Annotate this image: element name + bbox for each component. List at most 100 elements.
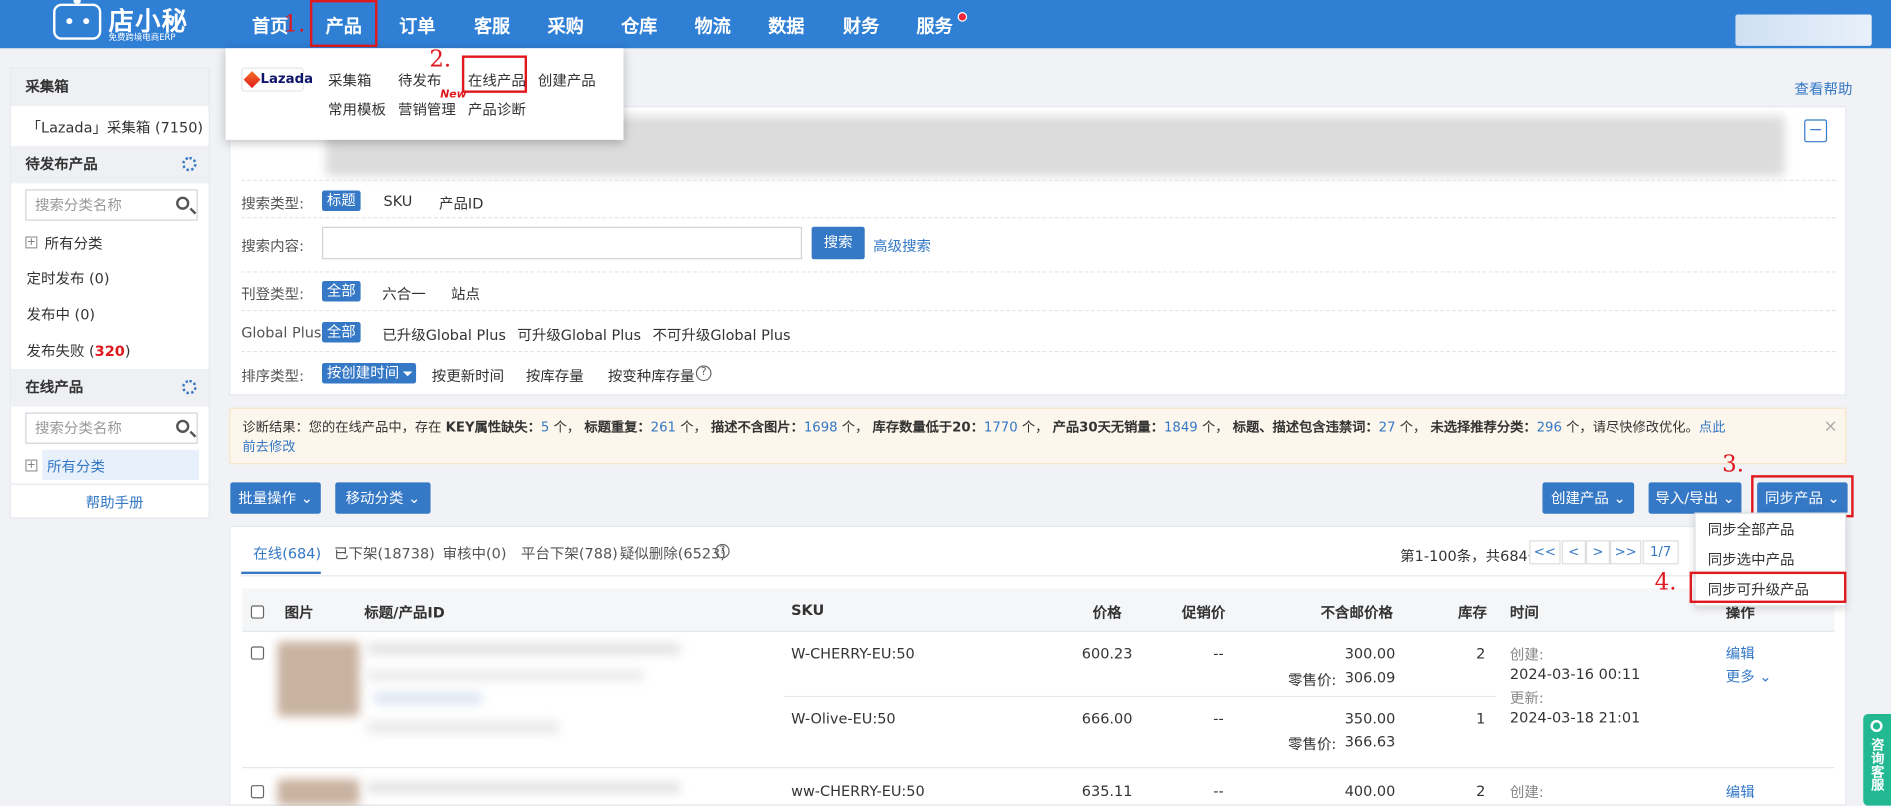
sidebar-pending-title: 待发布产品 (10, 145, 209, 184)
collapse-panel-icon[interactable] (1804, 119, 1828, 143)
select-all-checkbox[interactable] (250, 605, 265, 619)
sort-by-created[interactable]: 按创建时间 (322, 363, 417, 384)
import-export-button[interactable]: 导入/导出 ⌄ (1648, 482, 1742, 514)
menu-online-product[interactable]: 在线产品 (468, 70, 526, 91)
advanced-search-link[interactable]: 高级搜索 (873, 235, 931, 256)
sync-all-products[interactable]: 同步全部产品 (1708, 519, 1795, 540)
nav-warehouse[interactable]: 仓库 (617, 0, 660, 48)
sidebar-item-lazada-collect[interactable]: 「Lazada」采集箱 (7150) (27, 117, 204, 138)
search-icon[interactable] (176, 419, 190, 433)
tab-suspected-deleted[interactable]: 疑似删除(6523) (620, 543, 726, 564)
chevron-down-icon: ⌄ (408, 489, 421, 507)
global-plus-not-upgradable[interactable]: 不可升级Global Plus (652, 324, 790, 345)
sort-by-stock[interactable]: 按库存量 (526, 365, 584, 386)
search-type-title[interactable]: 标题 (322, 190, 361, 212)
edit-link[interactable]: 编辑 (1726, 643, 1755, 664)
tab-online[interactable]: 在线(684) (253, 543, 321, 564)
lazada-logo[interactable]: Lazada (241, 67, 313, 92)
divider (241, 217, 1836, 219)
page-indicator[interactable]: 1/7 (1642, 540, 1679, 565)
notice-low-stock: 库存数量低于20： (872, 419, 984, 436)
last-page-button[interactable]: >> (1610, 540, 1642, 565)
nav-purchase[interactable]: 采购 (544, 0, 587, 48)
pending-category-search-input[interactable]: 搜索分类名称 (25, 189, 198, 221)
tab-reviewing[interactable]: 审核中(0) (443, 543, 507, 564)
variant-divider (783, 695, 1496, 698)
search-type-product-id[interactable]: 产品ID (439, 193, 483, 214)
sidebar-item-all-categories[interactable]: 所有分类 (45, 233, 103, 254)
listing-type-six-in-one[interactable]: 六合一 (382, 283, 425, 304)
listing-type-site[interactable]: 站点 (451, 283, 480, 304)
nav-product[interactable]: 产品 (309, 0, 378, 48)
row-checkbox[interactable] (250, 785, 265, 799)
robot-logo-icon[interactable] (53, 0, 102, 40)
edit-link[interactable]: 编辑 (1726, 781, 1755, 802)
sync-product-button[interactable]: 同步产品 ⌄ (1757, 482, 1848, 514)
help-question-icon[interactable]: ? (715, 543, 730, 559)
table-header (242, 588, 1835, 632)
search-content-input[interactable] (322, 226, 802, 260)
sidebar-divider (10, 483, 209, 485)
tab-platform-delisted[interactable]: 平台下架(788) (521, 543, 618, 564)
blurred-title (366, 781, 681, 794)
help-link[interactable]: 查看帮助 (1795, 78, 1853, 99)
next-page-button[interactable]: > (1585, 540, 1611, 565)
listing-type-all[interactable]: 全部 (322, 280, 361, 302)
global-plus-all[interactable]: 全部 (322, 322, 361, 343)
menu-collect-box[interactable]: 采集箱 (328, 70, 371, 91)
row-checkbox[interactable] (250, 646, 265, 660)
menu-diagnosis[interactable]: 产品诊断 (468, 99, 526, 120)
more-link[interactable]: 更多 ⌄ (1726, 666, 1772, 687)
nav-orders[interactable]: 订单 (396, 0, 439, 48)
sort-by-variant-stock[interactable]: 按变种库存量 (608, 365, 695, 386)
sidebar-item-scheduled[interactable]: 定时发布 (0) (27, 268, 110, 289)
menu-create-product[interactable]: 创建产品 (538, 70, 596, 91)
expand-plus-icon[interactable]: + (25, 236, 38, 249)
nav-finance[interactable]: 财务 (839, 0, 882, 48)
bulk-operation-button[interactable]: 批量操作 ⌄ (230, 482, 321, 514)
search-type-sku[interactable]: SKU (384, 193, 413, 210)
sidebar-item-failed[interactable]: 发布失败 (320) (27, 340, 131, 361)
search-button[interactable]: 搜索 (811, 226, 865, 260)
notice-no-category-count: 296 (1536, 419, 1562, 436)
product-image[interactable] (277, 779, 360, 806)
sync-selected-products[interactable]: 同步选中产品 (1708, 549, 1795, 570)
user-account-box[interactable] (1735, 14, 1872, 46)
price-value: 666.00 (1081, 710, 1133, 728)
prev-page-button[interactable]: < (1561, 540, 1586, 565)
global-plus-upgraded[interactable]: 已升级Global Plus (382, 324, 506, 345)
help-question-icon[interactable]: ? (695, 365, 712, 382)
help-manual-link[interactable]: 帮助手册 (86, 492, 144, 513)
move-category-button[interactable]: 移动分类 ⌄ (335, 482, 431, 514)
nav-services[interactable]: 服务 (913, 0, 956, 48)
expand-plus-icon[interactable]: + (25, 459, 38, 472)
create-product-button[interactable]: 创建产品 ⌄ (1542, 482, 1635, 514)
menu-pending[interactable]: 待发布 (398, 70, 441, 91)
tab-delisted[interactable]: 已下架(18738) (334, 543, 435, 564)
sync-upgradable-products[interactable]: 同步可升级产品 (1708, 579, 1809, 600)
online-settings-gear-icon[interactable] (182, 379, 197, 395)
notice-fix-link-cont[interactable]: 前去修改 (242, 439, 295, 455)
bulk-label: 批量操作 (238, 489, 297, 507)
notice-fix-link[interactable]: 点此 (1699, 420, 1726, 436)
menu-marketing[interactable]: 营销管理 (398, 99, 456, 120)
consult-support-button[interactable]: 咨询客服 (1863, 713, 1891, 806)
notice-close-icon[interactable]: × (1823, 417, 1837, 436)
headset-icon (1870, 719, 1883, 733)
online-category-search-input[interactable]: 搜索分类名称 (25, 412, 198, 444)
menu-templates[interactable]: 常用模板 (328, 99, 386, 120)
sort-by-updated[interactable]: 按更新时间 (432, 365, 504, 386)
search-icon[interactable] (176, 196, 190, 210)
nav-data[interactable]: 数据 (765, 0, 808, 48)
nav-service[interactable]: 客服 (470, 0, 513, 48)
sku-value: W-CHERRY-EU:50 (791, 645, 915, 663)
sidebar-item-publishing[interactable]: 发布中 (0) (27, 304, 96, 325)
nav-logistics[interactable]: 物流 (691, 0, 734, 48)
product-image[interactable] (277, 641, 360, 717)
sidebar-item-online-all[interactable]: 所有分类 (47, 456, 105, 477)
notice-no-category: 未选择推荐分类： (1430, 419, 1537, 436)
pending-settings-gear-icon[interactable] (182, 156, 197, 172)
first-page-button[interactable]: << (1529, 540, 1561, 565)
global-plus-upgradable[interactable]: 可升级Global Plus (517, 324, 641, 345)
excl-price-value: 300.00 (1344, 645, 1396, 663)
